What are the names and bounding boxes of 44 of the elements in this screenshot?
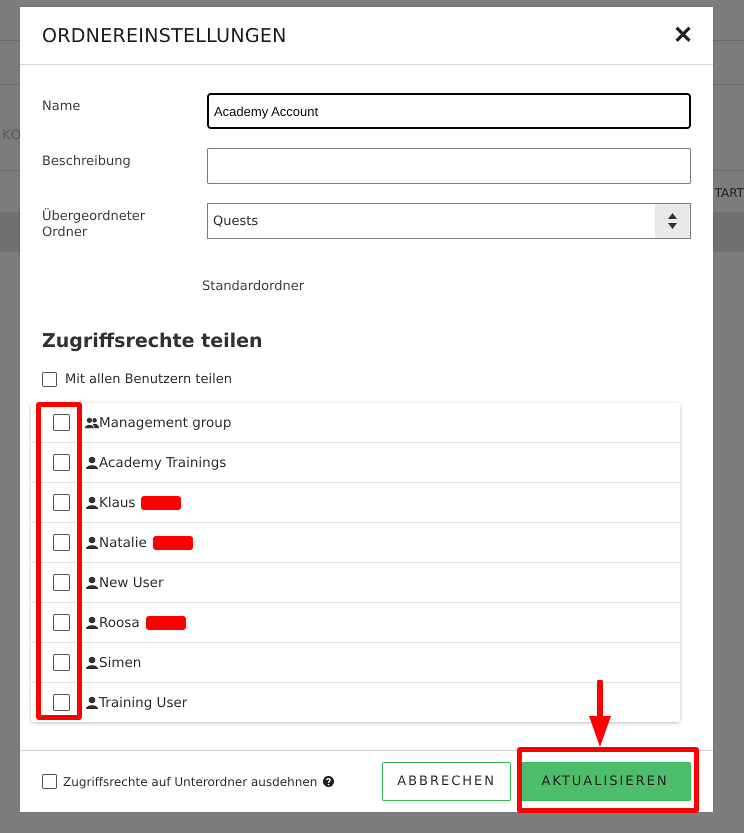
checkbox[interactable] [53, 654, 70, 671]
user-icon [85, 576, 99, 589]
checkbox[interactable] [53, 494, 70, 511]
parent-folder-select[interactable]: Quests [207, 203, 691, 239]
cancel-button[interactable]: ABBRECHEN [382, 762, 511, 801]
checkbox[interactable] [53, 454, 70, 471]
background-text: TART [714, 186, 744, 200]
sort-arrows-icon [668, 212, 677, 230]
checkbox-label: Mit allen Benutzern teilen [65, 372, 232, 387]
field-label: Beschreibung [42, 153, 132, 170]
group-icon [85, 416, 99, 429]
dialog-title: ORDNEREINSTELLUNGEN [42, 24, 287, 46]
user-name: Simen [99, 654, 142, 670]
section-heading: Zugriffsrechte teilen [42, 330, 264, 352]
description-field[interactable] [207, 148, 691, 184]
user-icon [85, 696, 99, 709]
user-icon [85, 616, 99, 629]
checkbox[interactable] [53, 694, 70, 711]
user-name: Klaus [99, 494, 136, 510]
user-icon [85, 536, 99, 549]
checkbox[interactable] [53, 414, 70, 431]
user-icon [85, 456, 99, 469]
user-name: Academy Trainings [99, 454, 226, 470]
user-name: Roosa [99, 614, 140, 630]
checkbox[interactable] [53, 614, 70, 631]
checkbox[interactable] [42, 774, 57, 789]
checkbox-label: Zugriffsrechte auf Unterordner ausdehnen [63, 774, 318, 788]
help-icon[interactable] [323, 776, 334, 787]
default-folder-text: Standardordner [202, 279, 306, 294]
annotation-arrow [588, 680, 612, 748]
update-button[interactable]: AKTUALISIEREN [519, 762, 691, 801]
user-icon [85, 656, 99, 669]
user-name: New User [99, 574, 164, 590]
field-label: Übergeordneter Ordner [42, 207, 146, 241]
user-name: Management group [99, 414, 232, 430]
name-field[interactable]: Academy Account [207, 93, 691, 129]
user-icon [85, 496, 99, 509]
field-label: Name [42, 98, 82, 115]
checkbox[interactable] [53, 534, 70, 551]
checkbox[interactable] [53, 574, 70, 591]
user-name: Training User [99, 694, 188, 710]
close-button[interactable]: ✕ [673, 24, 693, 48]
user-name: Natalie [99, 534, 147, 550]
checkbox[interactable] [42, 372, 57, 387]
